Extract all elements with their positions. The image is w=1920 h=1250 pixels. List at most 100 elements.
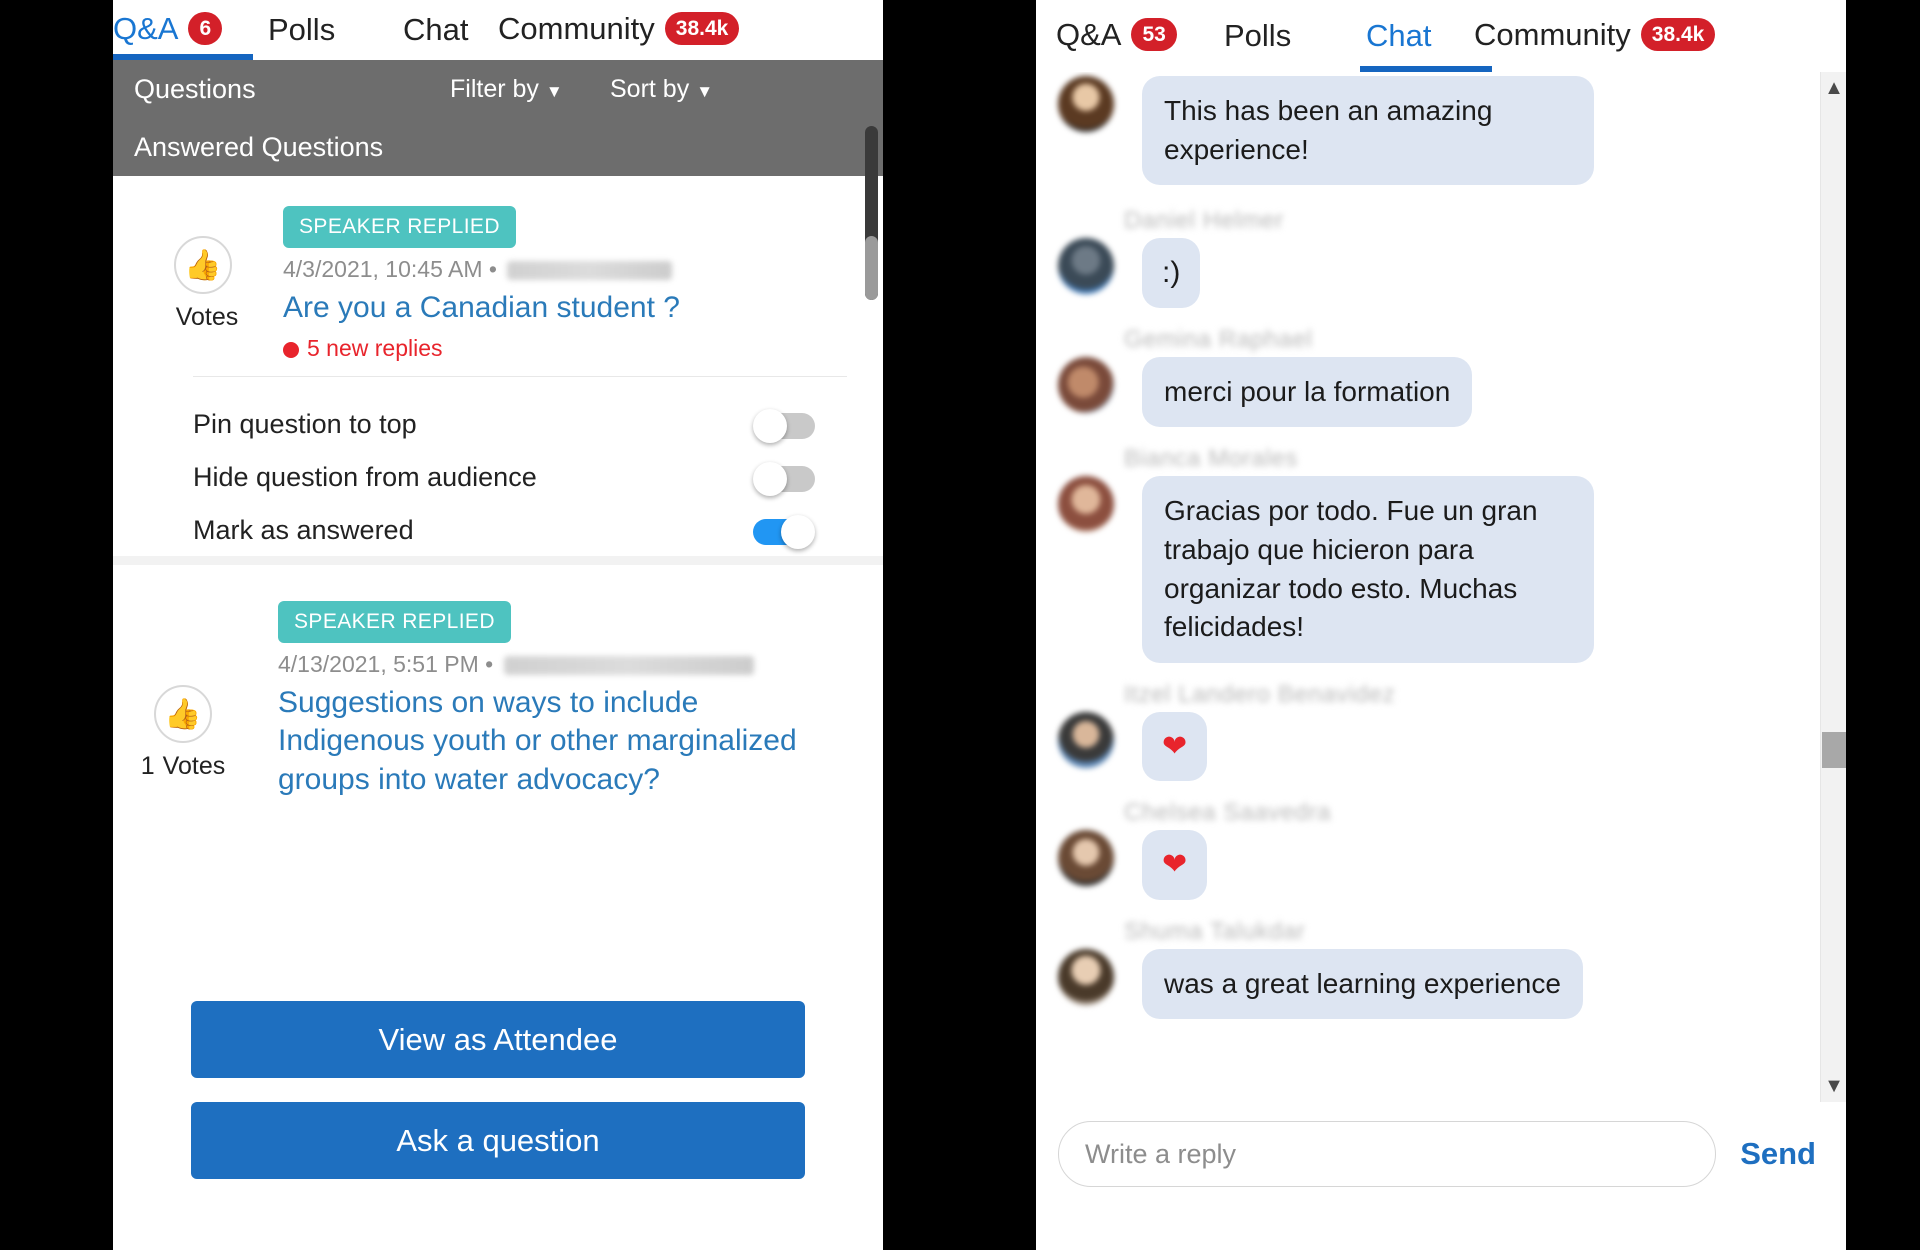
thumbs-up-icon[interactable]: 👍 (174, 236, 232, 294)
tab-community[interactable]: Community 38.4k (1474, 17, 1716, 55)
sort-by-label: Sort by (610, 74, 690, 103)
send-button[interactable]: Send (1740, 1136, 1846, 1172)
chevron-up-icon[interactable]: ▲ (1821, 72, 1846, 104)
questions-heading: Questions (134, 73, 256, 104)
question-card: 👍 Votes SPEAKER REPLIED 4/3/2021, 10:45 … (113, 176, 883, 556)
unread-dot-icon (283, 342, 299, 359)
chat-sender-name: Bianca Morales (1124, 445, 1298, 473)
tab-qa-badge: 6 (188, 12, 223, 45)
filter-by-label: Filter by (450, 74, 539, 103)
chat-message: Chelsea Saavedra ❤ (1036, 799, 1846, 900)
tab-polls[interactable]: Polls (268, 12, 335, 48)
chat-composer: Send (1036, 1102, 1846, 1250)
tab-qa-label: Q&A (1056, 17, 1122, 52)
question-divider (193, 376, 847, 377)
vote-control[interactable]: 👍 Votes (143, 236, 263, 332)
chat-message: Gemina Raphael merci pour la formation (1036, 326, 1846, 428)
qa-tabbar: Q&A 6 Polls Chat Community 38.4k (113, 0, 883, 60)
status-badge: SPEAKER REPLIED (278, 601, 511, 643)
chat-scrollbar-thumb[interactable] (1822, 732, 1846, 768)
chat-bubble: ❤ (1142, 711, 1208, 782)
chat-panel: Q&A 53 Polls Chat Community 38.4k This h… (1036, 0, 1846, 1250)
meta-separator: • (488, 256, 497, 282)
tab-community-label: Community (498, 11, 655, 46)
avatar (1058, 356, 1114, 413)
avatar (1058, 476, 1114, 533)
tab-polls-label: Polls (1224, 18, 1292, 53)
option-pin-label: Pin question to top (193, 409, 417, 439)
avatar (1058, 711, 1114, 768)
avatar (1058, 948, 1114, 1005)
toggle-knob (753, 461, 787, 496)
answered-questions-label: Answered Questions (134, 131, 384, 162)
answered-questions-item[interactable]: Answered Questions (134, 118, 383, 176)
option-mark-answered[interactable]: Mark as answered (113, 504, 883, 557)
question-author-redacted (507, 261, 673, 281)
tab-qa[interactable]: Q&A 6 (113, 11, 223, 49)
chat-message: Itzel Landero Benavidez ❤ (1036, 680, 1846, 782)
sort-by-dropdown[interactable]: Sort by ▼ (610, 75, 713, 104)
chat-scrollbar[interactable]: ▲ ▼ (1820, 72, 1846, 1102)
toggle-pin-question[interactable] (753, 408, 815, 443)
view-as-attendee-button[interactable]: View as Attendee (191, 1001, 805, 1078)
question-timestamp: 4/13/2021, 5:51 PM (278, 651, 479, 677)
chat-sender-name: Gemina Raphael (1124, 325, 1313, 353)
reply-input[interactable] (1058, 1121, 1717, 1187)
button-spacer (113, 1078, 883, 1102)
question-author-redacted (503, 656, 754, 676)
tab-qa-badge: 53 (1131, 18, 1177, 51)
chat-sender-name: Shuma Talukdar (1124, 917, 1306, 945)
question-meta: 4/3/2021, 10:45 AM • (283, 256, 823, 283)
vote-count: 1 (140, 752, 155, 780)
avatar (1058, 76, 1114, 132)
option-pin-question[interactable]: Pin question to top (113, 398, 883, 451)
tab-qa[interactable]: Q&A 53 (1056, 17, 1177, 55)
ask-a-question-button[interactable]: Ask a question (191, 1102, 805, 1179)
chat-sender-name: Chelsea Saavedra (1124, 799, 1332, 827)
chevron-down-icon: ▼ (545, 81, 563, 101)
chat-message: Bianca Morales Gracias por todo. Fue un … (1036, 445, 1846, 663)
chat-message: Daniel Helmer :) (1036, 207, 1846, 308)
qa-actions: View as Attendee Ask a question (113, 1001, 883, 1179)
chat-tabbar: Q&A 53 Polls Chat Community 38.4k (1036, 0, 1846, 72)
toggle-mark-answered[interactable] (753, 514, 815, 549)
chat-bubble: ❤ (1142, 830, 1208, 900)
tab-polls[interactable]: Polls (1224, 18, 1291, 54)
question-meta: 4/13/2021, 5:51 PM • (278, 651, 833, 678)
new-replies-label: 5 new replies (307, 335, 443, 362)
heart-icon: ❤ (1162, 848, 1188, 882)
thumbs-up-icon[interactable]: 👍 (154, 685, 212, 743)
question-timestamp: 4/3/2021, 10:45 AM (283, 256, 483, 282)
tab-chat-label: Chat (1366, 18, 1432, 53)
option-hide-question[interactable]: Hide question from audience (113, 451, 883, 504)
toggle-hide-question[interactable] (753, 461, 815, 496)
tab-polls-label: Polls (268, 12, 336, 47)
new-replies-indicator[interactable]: 5 new replies (283, 335, 823, 362)
vote-label: Votes (175, 303, 239, 331)
chat-message-list: This has been an amazing experience! Dan… (1036, 72, 1846, 1102)
chat-sender-name: Itzel Landero Benavidez (1124, 680, 1396, 708)
vote-control[interactable]: 👍 1 Votes (123, 685, 243, 781)
question-title[interactable]: Suggestions on ways to include Indigenou… (278, 684, 833, 799)
tab-chat[interactable]: Chat (1366, 18, 1431, 54)
qa-subheader: Questions Filter by ▼ Sort by ▼ Answered Q… (113, 60, 883, 176)
tab-community[interactable]: Community 38.4k (498, 11, 740, 49)
question-content: SPEAKER REPLIED 4/3/2021, 10:45 AM • Are… (283, 206, 823, 362)
chevron-down-icon[interactable]: ▼ (1821, 1070, 1846, 1102)
question-content: SPEAKER REPLIED 4/13/2021, 5:51 PM • Sug… (278, 601, 833, 799)
chat-bubble: :) (1142, 238, 1201, 308)
filter-by-dropdown[interactable]: Filter by ▼ (450, 75, 563, 104)
status-badge: SPEAKER REPLIED (283, 206, 516, 248)
question-title[interactable]: Are you a Canadian student ? (283, 289, 823, 327)
question-card: 👍 1 Votes SPEAKER REPLIED 4/13/2021, 5:51… (113, 565, 883, 995)
meta-separator: • (485, 651, 494, 677)
tab-chat[interactable]: Chat (403, 12, 468, 48)
qa-subheader-controls: Questions Filter by ▼ Sort by ▼ (113, 60, 883, 118)
toggle-knob (781, 514, 815, 549)
tab-qa-label: Q&A (113, 11, 179, 46)
avatar (1058, 830, 1114, 887)
qa-panel: Q&A 6 Polls Chat Community 38.4k Questio… (113, 0, 883, 1250)
chat-bubble: merci pour la formation (1142, 356, 1473, 428)
chat-bubble: was a great learning experience (1142, 948, 1583, 1020)
option-answered-label: Mark as answered (193, 515, 414, 545)
